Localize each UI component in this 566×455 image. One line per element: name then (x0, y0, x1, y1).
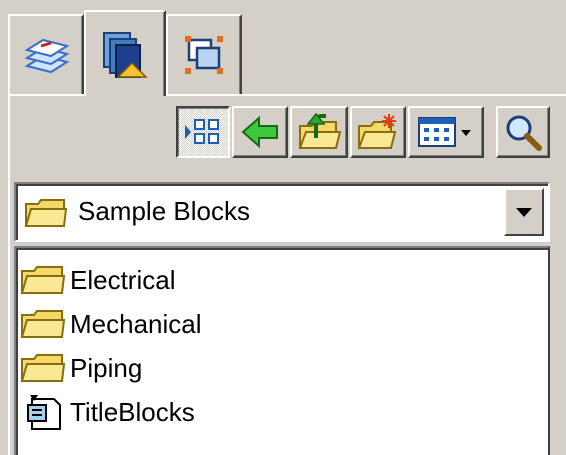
block-list[interactable]: Electrical Mechanical Piping TitleBlocks (14, 246, 550, 455)
folder-icon (20, 351, 66, 385)
folder-icon (20, 307, 66, 341)
block-file-icon (20, 393, 66, 431)
search-button[interactable] (496, 106, 550, 158)
tab-layers[interactable] (8, 14, 84, 94)
list-item[interactable]: Mechanical (20, 304, 202, 344)
dropdown-arrow-button[interactable] (504, 188, 544, 236)
back-button[interactable] (232, 106, 288, 158)
list-item[interactable]: TitleBlocks (20, 392, 195, 432)
tab-selection[interactable] (166, 14, 242, 94)
view-options-icon (415, 114, 477, 150)
list-item[interactable]: Electrical (20, 260, 175, 300)
chevron-down-icon (514, 206, 534, 218)
block-library-icon (96, 25, 154, 83)
view-options-button[interactable] (408, 106, 484, 158)
location-selected-value: Sample Blocks (78, 196, 250, 226)
list-item-label: Piping (70, 352, 143, 383)
location-dropdown[interactable]: Sample Blocks (14, 182, 550, 242)
list-item-label: TitleBlocks (70, 396, 195, 427)
tree-view-toggle-button[interactable] (176, 106, 230, 158)
list-item[interactable]: Piping (20, 348, 142, 388)
folder-icon (24, 196, 68, 230)
list-item-label: Electrical (70, 264, 176, 295)
up-folder-button[interactable] (290, 106, 348, 158)
new-folder-button[interactable] (350, 106, 406, 158)
tree-view-toggle-icon (183, 115, 223, 149)
layers-stack-icon (21, 30, 71, 80)
selection-frame-icon (179, 30, 229, 80)
up-folder-icon (296, 112, 342, 152)
back-arrow-icon (240, 114, 280, 150)
folder-icon (20, 263, 66, 297)
tab-blocks[interactable] (84, 10, 166, 96)
search-icon (503, 112, 543, 152)
new-folder-icon (355, 112, 401, 152)
list-item-label: Mechanical (70, 308, 202, 339)
